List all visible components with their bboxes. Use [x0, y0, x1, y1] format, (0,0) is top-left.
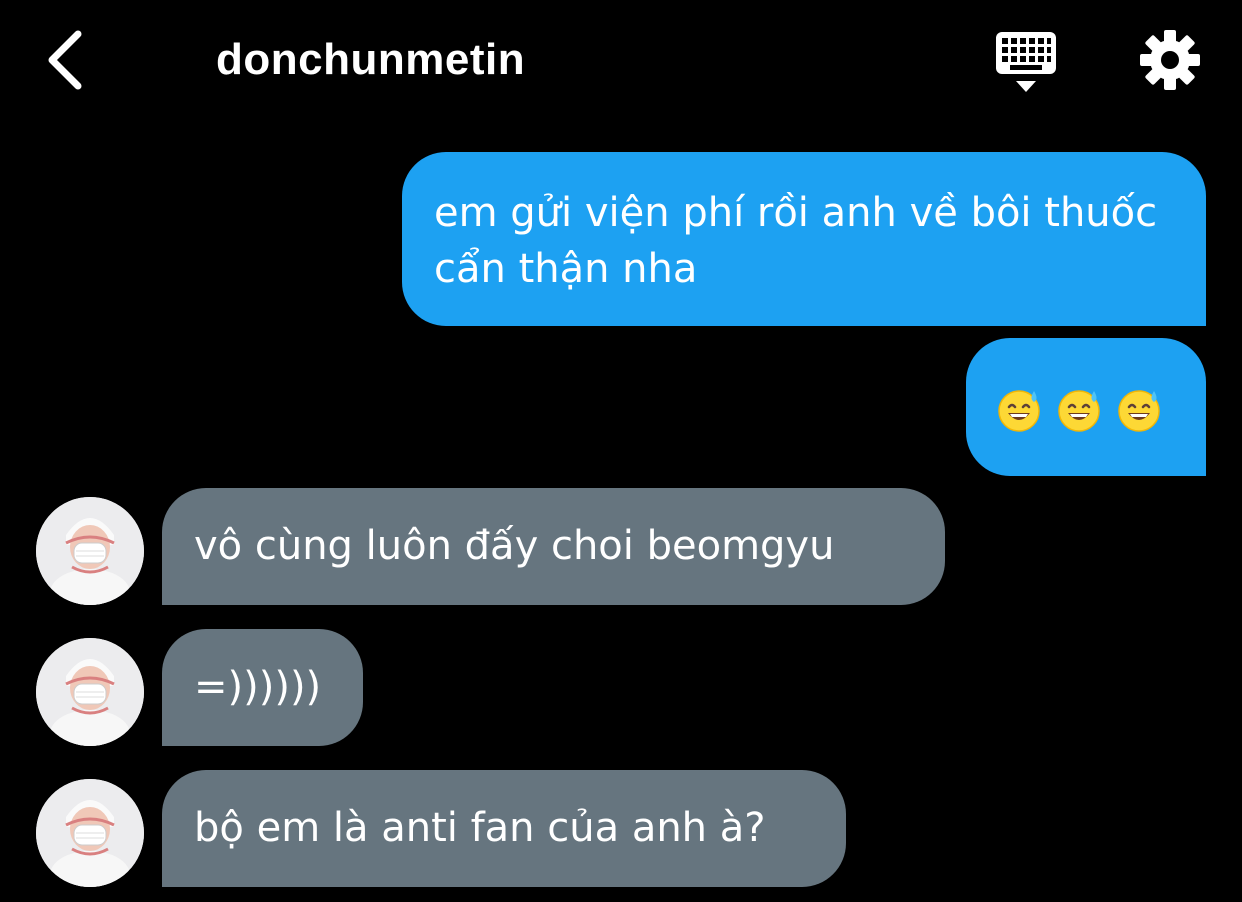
message-bubble-incoming[interactable]: =)))))) — [162, 629, 363, 746]
message-bubble-incoming[interactable]: bộ em là anti fan của anh à? — [162, 770, 846, 887]
message-bubble-outgoing[interactable]: em gửi viện phí rồi anh về bôi thuốc cẩn… — [402, 152, 1206, 326]
avatar-image — [36, 497, 144, 605]
avatar[interactable] — [36, 638, 144, 746]
avatar[interactable] — [36, 497, 144, 605]
avatar-image — [36, 638, 144, 746]
avatar[interactable] — [36, 779, 144, 887]
gear-icon — [1140, 30, 1200, 90]
message-text: =)))))) — [194, 664, 322, 710]
grinning-face-with-sweat-icon — [998, 390, 1040, 432]
message-bubble-incoming[interactable]: vô cùng luôn đấy choi beomgyu — [162, 488, 945, 605]
avatar-image — [36, 779, 144, 887]
emoji-group — [996, 387, 1176, 433]
message-bubble-outgoing[interactable] — [966, 338, 1206, 476]
chat-header: donchunmetin — [0, 0, 1242, 120]
keyboard-toggle-button[interactable] — [990, 26, 1062, 98]
message-text: vô cùng luôn đấy choi beomgyu — [194, 523, 835, 569]
message-text: em gửi viện phí rồi anh về bôi thuốc cẩn… — [434, 190, 1158, 292]
grinning-face-with-sweat-icon — [1058, 390, 1100, 432]
keyboard-icon — [996, 32, 1056, 92]
message-text: bộ em là anti fan của anh à? — [194, 805, 766, 851]
chevron-left-icon — [48, 30, 82, 90]
back-button[interactable] — [30, 22, 102, 98]
grinning-face-with-sweat-icon — [1118, 390, 1160, 432]
conversation-title: donchunmetin — [216, 35, 526, 84]
settings-button[interactable] — [1136, 26, 1204, 94]
